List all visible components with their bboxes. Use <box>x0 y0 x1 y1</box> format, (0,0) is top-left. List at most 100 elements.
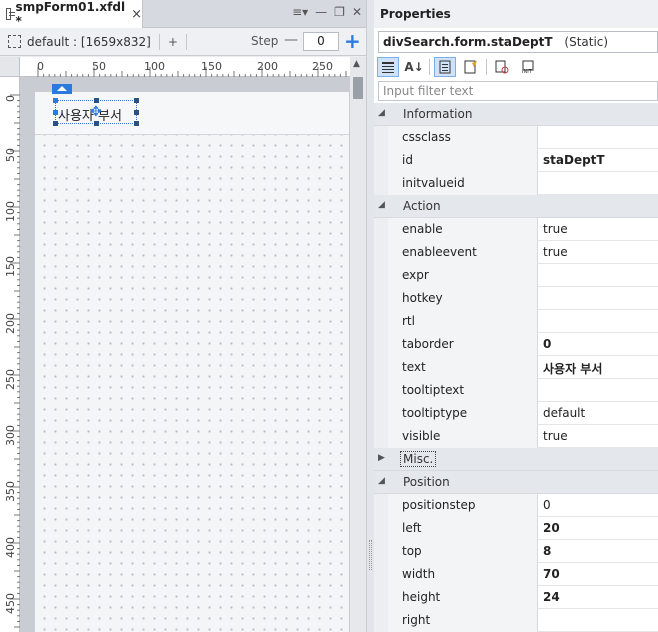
object-selector[interactable]: divSearch.form.staDeptT (Static) <box>378 31 658 53</box>
div-search-container[interactable]: 사용자 부서 ✥ <box>35 84 349 135</box>
splitter-grip[interactable] <box>369 540 372 570</box>
vertical-scrollbar[interactable]: ▲ <box>350 57 366 632</box>
properties-title: Properties <box>374 0 658 28</box>
property-row[interactable]: enableevent true <box>374 241 658 264</box>
designer-toolbar: default : [1659x832] + Step — 0 + <box>0 28 366 56</box>
step-decrease-button[interactable]: — <box>284 32 298 48</box>
property-value[interactable]: default <box>539 402 658 425</box>
property-value[interactable]: true <box>539 218 658 241</box>
layout-selector[interactable]: default : [1659x832] <box>27 35 151 49</box>
property-value[interactable] <box>539 379 658 402</box>
property-row[interactable]: hotkey <box>374 287 658 310</box>
property-filter-input[interactable]: Input filter text <box>378 81 658 101</box>
resize-handle[interactable] <box>134 98 139 103</box>
close-tab-icon[interactable]: × <box>131 7 142 22</box>
scroll-up-arrow-icon[interactable]: ▲ <box>353 59 360 69</box>
property-row-gutter <box>374 333 388 356</box>
property-row-gutter <box>374 287 388 310</box>
sort-alpha-icon[interactable]: A↓ <box>403 57 425 77</box>
v-ruler-label: 200 <box>4 313 17 334</box>
property-grid: ◢ Information cssclass id staDeptT initvaluei… <box>374 103 658 632</box>
step-input[interactable]: 0 <box>303 32 339 51</box>
resize-handle[interactable] <box>134 121 139 126</box>
scrollbar-thumb[interactable] <box>353 77 363 99</box>
v-ruler-label: 300 <box>4 425 17 446</box>
property-row[interactable]: taborder 0 <box>374 333 658 356</box>
property-name: top <box>388 540 538 563</box>
property-name: taborder <box>388 333 538 356</box>
pane-splitter[interactable] <box>366 0 374 632</box>
close-icon[interactable]: ✕ <box>352 5 362 19</box>
collapse-arrow-icon[interactable]: ◢ <box>378 476 385 486</box>
property-value[interactable]: 70 <box>539 563 658 586</box>
resize-handle[interactable] <box>134 110 139 115</box>
resize-handle[interactable] <box>53 110 58 115</box>
resize-handle[interactable] <box>53 121 58 126</box>
resize-handle[interactable] <box>94 121 99 126</box>
resize-handle[interactable] <box>53 98 58 103</box>
form-canvas[interactable]: 사용자 부서 ✥ <box>35 84 349 632</box>
form-file-icon <box>6 8 15 20</box>
bind-icon[interactable] <box>491 57 513 77</box>
property-category[interactable]: ◢ Action <box>374 195 658 218</box>
property-value[interactable] <box>539 310 658 333</box>
property-value[interactable] <box>539 264 658 287</box>
property-value[interactable]: 24 <box>539 586 658 609</box>
property-value[interactable]: true <box>539 241 658 264</box>
horizontal-ruler: 0 50 100 150 200 250 <box>20 57 350 77</box>
property-name: rtl <box>388 310 538 333</box>
restore-icon[interactable]: ❐ <box>334 5 345 19</box>
property-value[interactable]: staDeptT <box>539 149 658 172</box>
add-layout-button[interactable]: + <box>168 35 178 49</box>
collapse-arrow-icon[interactable]: ◢ <box>378 108 385 118</box>
property-value[interactable]: 20 <box>539 517 658 540</box>
property-value[interactable]: 사용자 부서 <box>539 356 658 379</box>
property-value[interactable]: 8 <box>539 540 658 563</box>
design-canvas-area[interactable]: 0 50 100 150 200 250 0 50 100 150 200 25… <box>0 57 366 632</box>
property-name: enable <box>388 218 538 241</box>
property-row[interactable]: visible true <box>374 425 658 448</box>
property-category[interactable]: ▶ Misc. <box>374 448 658 471</box>
property-row[interactable]: positionstep 0 <box>374 494 658 517</box>
events-icon[interactable] <box>460 57 482 77</box>
property-row[interactable]: expr <box>374 264 658 287</box>
property-row[interactable]: left 20 <box>374 517 658 540</box>
category-view-icon[interactable] <box>377 57 399 77</box>
properties-icon[interactable] <box>434 57 456 77</box>
property-value[interactable]: true <box>539 425 658 448</box>
property-row[interactable]: cssclass <box>374 126 658 149</box>
collapse-arrow-icon[interactable]: ◢ <box>378 200 385 210</box>
property-row[interactable]: enable true <box>374 218 658 241</box>
property-row[interactable]: text 사용자 부서 <box>374 356 658 379</box>
property-name: initvalueid <box>388 172 538 195</box>
minimize-icon[interactable]: — <box>315 5 327 19</box>
property-row[interactable]: rtl <box>374 310 658 333</box>
resize-handle[interactable] <box>94 98 99 103</box>
property-value[interactable]: 0 <box>539 494 658 517</box>
init-icon[interactable]: INIT <box>517 57 539 77</box>
property-row[interactable]: width 70 <box>374 563 658 586</box>
property-row[interactable]: id staDeptT <box>374 149 658 172</box>
property-row[interactable]: tooltiptext <box>374 379 658 402</box>
property-row[interactable]: height 24 <box>374 586 658 609</box>
property-value[interactable] <box>539 126 658 149</box>
property-row[interactable]: initvalueid <box>374 172 658 195</box>
toolbar-divider <box>429 59 430 75</box>
anchor-up-arrow-icon[interactable] <box>52 84 72 94</box>
v-ruler-label: 450 <box>4 593 17 614</box>
property-value[interactable] <box>539 287 658 310</box>
property-row[interactable]: top 8 <box>374 540 658 563</box>
property-row[interactable]: tooltiptype default <box>374 402 658 425</box>
property-row[interactable]: right <box>374 609 658 632</box>
property-value[interactable] <box>539 609 658 632</box>
property-value[interactable]: 0 <box>539 333 658 356</box>
tab-list-menu-icon[interactable]: ≡▾ <box>292 5 308 19</box>
expand-arrow-icon[interactable]: ▶ <box>378 453 385 463</box>
selection-icon[interactable] <box>8 35 21 48</box>
move-cross-icon[interactable]: ✥ <box>90 104 102 120</box>
step-increase-button[interactable]: + <box>344 29 361 53</box>
editor-tab[interactable]: smpForm01.xfdl * × <box>0 0 143 28</box>
property-category[interactable]: ◢ Information <box>374 103 658 126</box>
property-value[interactable] <box>539 172 658 195</box>
property-category[interactable]: ◢ Position <box>374 471 658 494</box>
